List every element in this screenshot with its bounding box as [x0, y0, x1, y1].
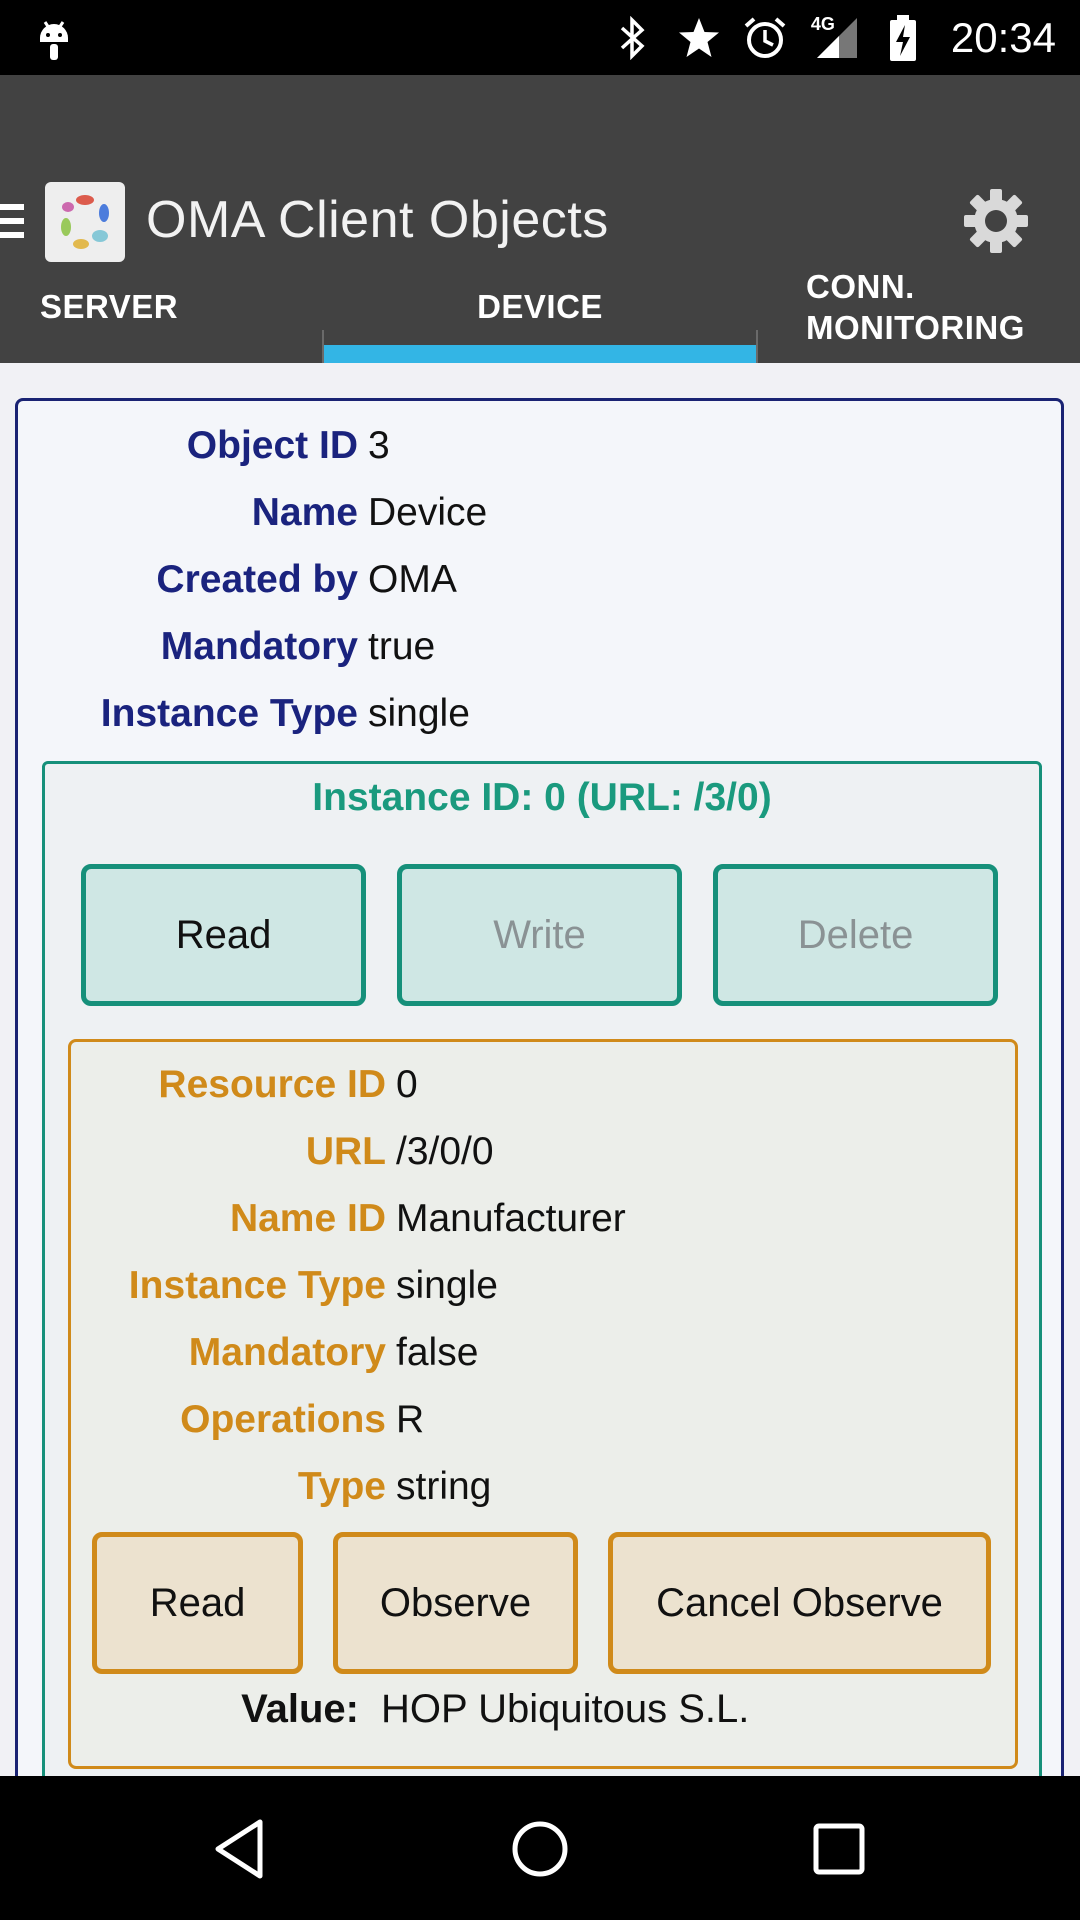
instance-title: Instance ID: 0 (URL: /3/0): [312, 776, 772, 819]
tab-device-label: DEVICE: [477, 287, 603, 325]
instance-delete-button[interactable]: Delete: [713, 864, 998, 1006]
resource-type-label: Type: [297, 1465, 386, 1508]
resource-id-row: Resource ID 0: [71, 1060, 418, 1110]
resource-instance-type-row: Instance Type single: [71, 1261, 498, 1311]
home-icon[interactable]: [507, 1816, 573, 1882]
object-mandatory-value: true: [368, 625, 436, 668]
resource-read-button[interactable]: Read: [92, 1532, 303, 1674]
object-id-row: Object ID 3: [18, 421, 390, 471]
resource-mandatory-row: Mandatory false: [71, 1328, 479, 1378]
resource-instance-type-value: single: [396, 1264, 498, 1307]
signal-icon: 4G: [809, 13, 859, 60]
tab-conn-monitoring[interactable]: CONN. MONITORING: [806, 250, 1076, 363]
resource-type-row: Type string: [71, 1462, 492, 1512]
resource-cancel-observe-button[interactable]: Cancel Observe: [608, 1532, 991, 1674]
resource-url-label: URL: [305, 1130, 386, 1173]
tab-server-label: SERVER: [40, 287, 179, 325]
instance-write-button[interactable]: Write: [397, 864, 682, 1006]
object-card: Object ID 3 Name Device Created by OMA M…: [15, 398, 1064, 1776]
resource-name-id-label: Name ID: [229, 1197, 386, 1240]
object-mandatory-label: Mandatory: [160, 625, 358, 668]
resource-operations-row: Operations R: [71, 1395, 424, 1445]
resource-operations-value: R: [396, 1398, 425, 1441]
resource-id-value: 0: [396, 1063, 418, 1106]
resource-operations-label: Operations: [180, 1398, 386, 1441]
star-icon: [677, 16, 721, 60]
object-id-label: Object ID: [186, 424, 358, 467]
resource-type-value: string: [396, 1465, 492, 1508]
object-instance-type-label: Instance Type: [100, 692, 358, 735]
resource-observe-button[interactable]: Observe: [333, 1532, 578, 1674]
object-name-row: Name Device: [18, 488, 487, 538]
resource-url-row: URL /3/0/0: [71, 1127, 494, 1177]
resource-value-row: Value: HOP Ubiquitous S.L.: [71, 1687, 1015, 1732]
app-title: OMA Client Objects: [146, 191, 609, 249]
resource-name-id-value: Manufacturer: [396, 1197, 626, 1240]
network-type-label: 4G: [810, 13, 835, 34]
resource-instance-type-label: Instance Type: [128, 1264, 386, 1307]
resource-value-text: HOP Ubiquitous S.L.: [381, 1687, 750, 1731]
resource-value-label: Value:: [241, 1687, 359, 1731]
instance-card: Instance ID: 0 (URL: /3/0) Read Write De…: [42, 761, 1042, 1776]
object-created-by-label: Created by: [156, 558, 358, 601]
app-bar: OMA Client Objects SERVER DEVICE CONN. M…: [0, 75, 1080, 402]
bluetooth-icon: [611, 15, 655, 60]
battery-charging-icon: [881, 14, 925, 61]
object-name-value: Device: [368, 491, 488, 534]
status-clock: 20:34: [950, 13, 1056, 61]
selected-tab-indicator: [324, 345, 756, 363]
menu-icon[interactable]: [0, 200, 26, 242]
object-instance-type-row: Instance Type single: [18, 689, 470, 739]
tab-conn-label-line1: CONN.: [806, 267, 915, 305]
object-created-by-value: OMA: [368, 558, 457, 601]
settings-gear-icon[interactable]: [962, 187, 1030, 255]
android-notification-icon: [40, 21, 68, 60]
object-mandatory-row: Mandatory true: [18, 622, 435, 672]
tab-conn-label-line2: MONITORING: [806, 308, 1025, 346]
object-id-value: 3: [368, 424, 390, 467]
object-created-by-row: Created by OMA: [18, 555, 457, 605]
resource-card: Resource ID 0 URL /3/0/0 Name ID Manufac…: [68, 1039, 1018, 1769]
system-nav-bar: [0, 1776, 1080, 1920]
resource-id-label: Resource ID: [158, 1063, 386, 1106]
resource-name-id-row: Name ID Manufacturer: [71, 1194, 626, 1244]
status-bar: 4G 20:34: [0, 0, 1080, 75]
alarm-icon: [743, 16, 787, 60]
object-instance-type-value: single: [368, 692, 470, 735]
resource-url-value: /3/0/0: [396, 1130, 494, 1173]
instance-read-button[interactable]: Read: [81, 864, 366, 1006]
resource-mandatory-value: false: [396, 1331, 479, 1374]
tab-server[interactable]: SERVER: [40, 250, 320, 363]
back-icon[interactable]: [208, 1816, 274, 1882]
resource-mandatory-label: Mandatory: [188, 1331, 386, 1374]
object-name-label: Name: [251, 491, 358, 534]
content-scroll-area[interactable]: Object ID 3 Name Device Created by OMA M…: [0, 363, 1080, 1776]
recents-icon[interactable]: [806, 1816, 872, 1882]
